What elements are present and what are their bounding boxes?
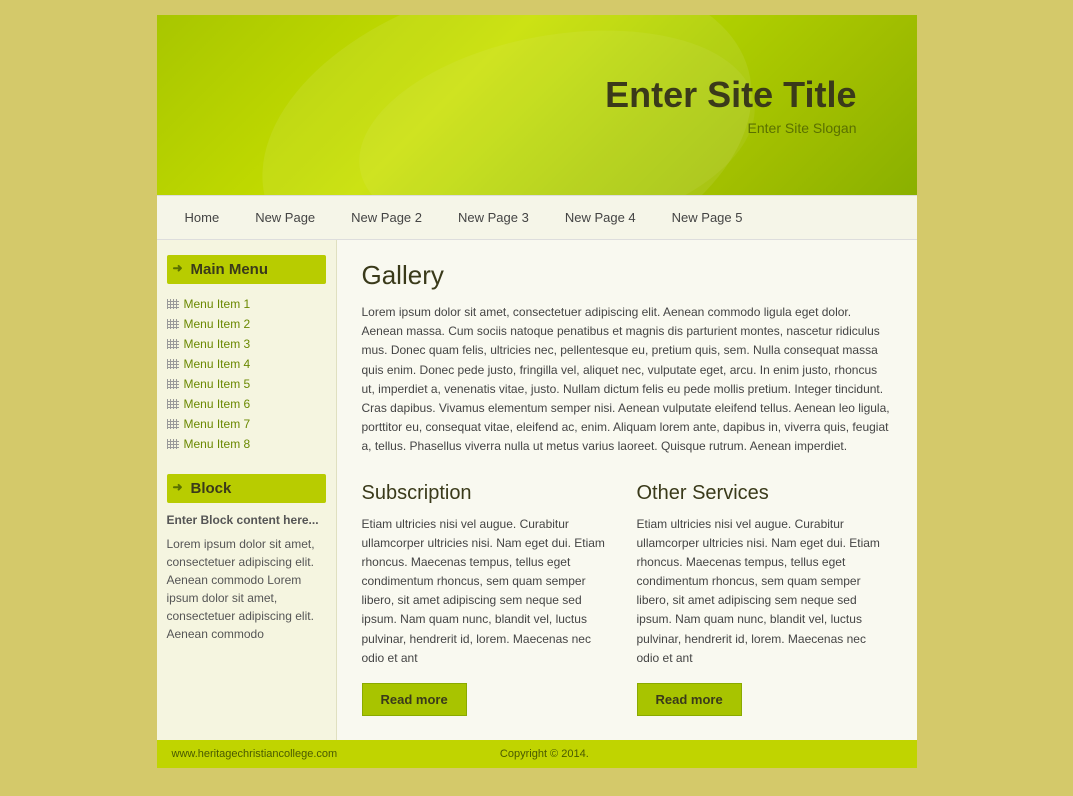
block-content-hint: Enter Block content here... <box>167 513 326 527</box>
menu-icon-3 <box>167 339 179 349</box>
menu-icon-7 <box>167 419 179 429</box>
site-footer: www.heritagechristiancollege.com Copyrig… <box>157 740 917 768</box>
nav-item-page1[interactable]: New Page <box>237 196 333 239</box>
menu-icon-4 <box>167 359 179 369</box>
site-title: Enter Site Title <box>605 74 856 116</box>
main-menu-list: Menu Item 1 Menu Item 2 Menu Item 3 Menu… <box>167 294 326 454</box>
subscription-read-more-button[interactable]: Read more <box>362 683 467 716</box>
menu-icon-1 <box>167 299 179 309</box>
footer-left: www.heritagechristiancollege.com <box>172 748 338 760</box>
other-services-title: Other Services <box>637 482 892 505</box>
two-col-section: Subscription Etiam ultricies nisi vel au… <box>362 482 892 717</box>
nav-item-page2[interactable]: New Page 2 <box>333 196 440 239</box>
menu-icon-6 <box>167 399 179 409</box>
menu-icon-5 <box>167 379 179 389</box>
other-services-section: Other Services Etiam ultricies nisi vel … <box>637 482 892 717</box>
site-slogan: Enter Site Slogan <box>748 120 857 136</box>
other-services-read-more-button[interactable]: Read more <box>637 683 742 716</box>
site-header: Enter Site Title Enter Site Slogan <box>157 15 917 195</box>
block-lorem-text: Lorem ipsum dolor sit amet, consectetuer… <box>167 535 326 643</box>
main-layout: Main Menu Menu Item 1 Menu Item 2 Menu I… <box>157 240 917 740</box>
menu-item-2[interactable]: Menu Item 2 <box>167 314 326 334</box>
subscription-text: Etiam ultricies nisi vel augue. Curabitu… <box>362 515 617 669</box>
gallery-title: Gallery <box>362 260 892 291</box>
menu-item-4[interactable]: Menu Item 4 <box>167 354 326 374</box>
footer-copyright: Copyright © 2014. <box>337 748 751 760</box>
main-content: Gallery Lorem ipsum dolor sit amet, cons… <box>337 240 917 740</box>
nav-item-page3[interactable]: New Page 3 <box>440 196 547 239</box>
menu-item-6[interactable]: Menu Item 6 <box>167 394 326 414</box>
menu-item-3[interactable]: Menu Item 3 <box>167 334 326 354</box>
menu-icon-2 <box>167 319 179 329</box>
sidebar: Main Menu Menu Item 1 Menu Item 2 Menu I… <box>157 240 337 740</box>
nav-item-page4[interactable]: New Page 4 <box>547 196 654 239</box>
other-services-text: Etiam ultricies nisi vel augue. Curabitu… <box>637 515 892 669</box>
main-nav: Home New Page New Page 2 New Page 3 New … <box>157 195 917 240</box>
subscription-title: Subscription <box>362 482 617 505</box>
nav-item-page5[interactable]: New Page 5 <box>654 196 761 239</box>
subscription-section: Subscription Etiam ultricies nisi vel au… <box>362 482 617 717</box>
menu-item-1[interactable]: Menu Item 1 <box>167 294 326 314</box>
gallery-text: Lorem ipsum dolor sit amet, consectetuer… <box>362 303 892 457</box>
menu-item-8[interactable]: Menu Item 8 <box>167 434 326 454</box>
menu-item-7[interactable]: Menu Item 7 <box>167 414 326 434</box>
block-title: Block <box>167 474 326 503</box>
main-menu-title: Main Menu <box>167 255 326 284</box>
menu-icon-8 <box>167 439 179 449</box>
site-wrapper: Enter Site Title Enter Site Slogan Home … <box>157 15 917 768</box>
nav-item-home[interactable]: Home <box>167 196 238 239</box>
menu-item-5[interactable]: Menu Item 5 <box>167 374 326 394</box>
